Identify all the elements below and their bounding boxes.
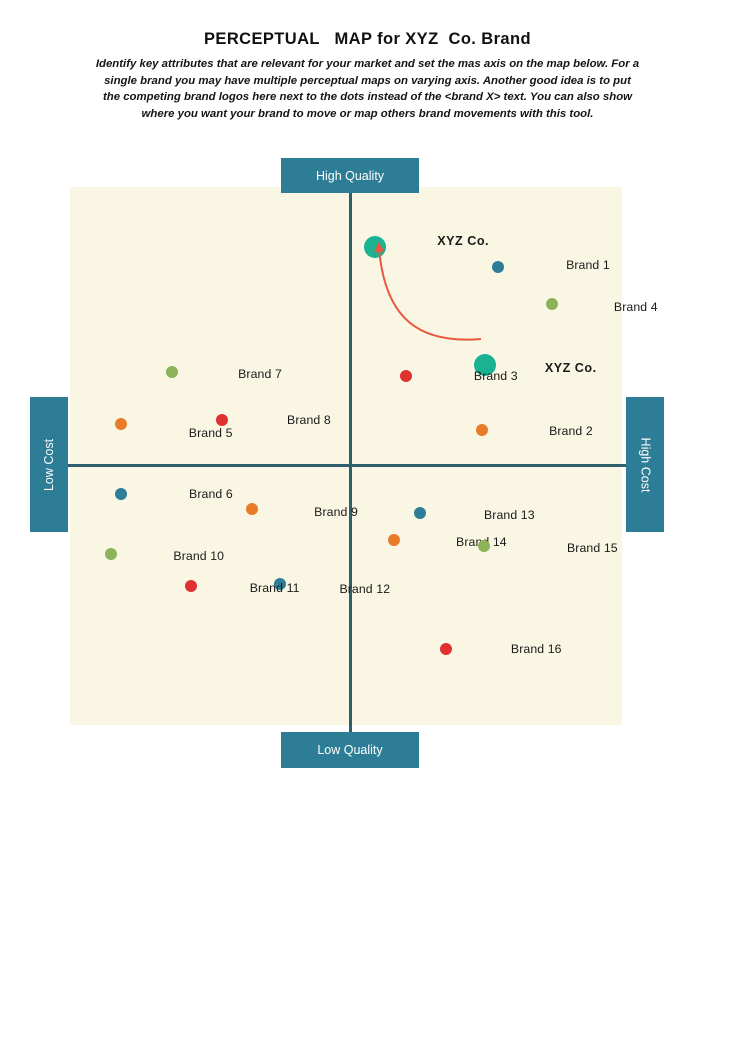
brand-point[interactable] xyxy=(115,417,128,430)
brand-point-label: Brand 4 xyxy=(613,299,658,314)
brand-point-label: Brand 2 xyxy=(549,423,593,438)
axis-label-high-quality-text: High Quality xyxy=(315,168,385,183)
brand-point-label: Brand 16 xyxy=(510,641,562,656)
brand-point[interactable] xyxy=(545,297,558,310)
brand-point-label: Brand 5 xyxy=(188,426,233,441)
axis-label-high-quality[interactable]: High Quality xyxy=(281,158,419,193)
brand-point-label: Brand 13 xyxy=(483,508,535,523)
axis-label-high-cost-text: High Cost xyxy=(638,437,653,492)
brand-point[interactable] xyxy=(492,260,505,273)
axis-label-high-cost[interactable]: High Cost xyxy=(626,397,664,532)
brand-point-label: Brand 6 xyxy=(189,487,233,502)
brand-point-label: Brand 15 xyxy=(567,541,618,556)
brand-point-label: Brand 7 xyxy=(238,366,282,381)
brand-point-label: Brand 1 xyxy=(566,257,610,272)
axis-label-low-cost-text: Low Cost xyxy=(42,438,57,491)
xyz-co-label: XYZ Co. xyxy=(544,360,597,375)
quality-axis-line xyxy=(349,187,352,725)
xyz-co-label: XYZ Co. xyxy=(437,234,490,249)
brand-point[interactable] xyxy=(166,365,179,378)
axis-label-low-cost[interactable]: Low Cost xyxy=(30,397,68,532)
brand-point-label: Brand 11 xyxy=(249,580,300,595)
brand-point-label: Brand 12 xyxy=(339,581,391,596)
brand-point-label: Brand 3 xyxy=(473,369,518,384)
brand-point[interactable] xyxy=(476,423,489,436)
axis-label-low-quality[interactable]: Low Quality xyxy=(281,732,419,768)
brand-point-label: Brand 10 xyxy=(173,549,225,564)
perceptual-map: High Quality Low Quality Low Cost High C… xyxy=(0,0,735,1038)
brand-point-label: Brand 8 xyxy=(287,412,331,427)
axis-label-low-quality-text: Low Quality xyxy=(317,743,383,757)
brand-point[interactable] xyxy=(439,642,452,655)
cost-axis-line xyxy=(70,464,622,467)
brand-point-label: Brand 9 xyxy=(314,504,358,519)
